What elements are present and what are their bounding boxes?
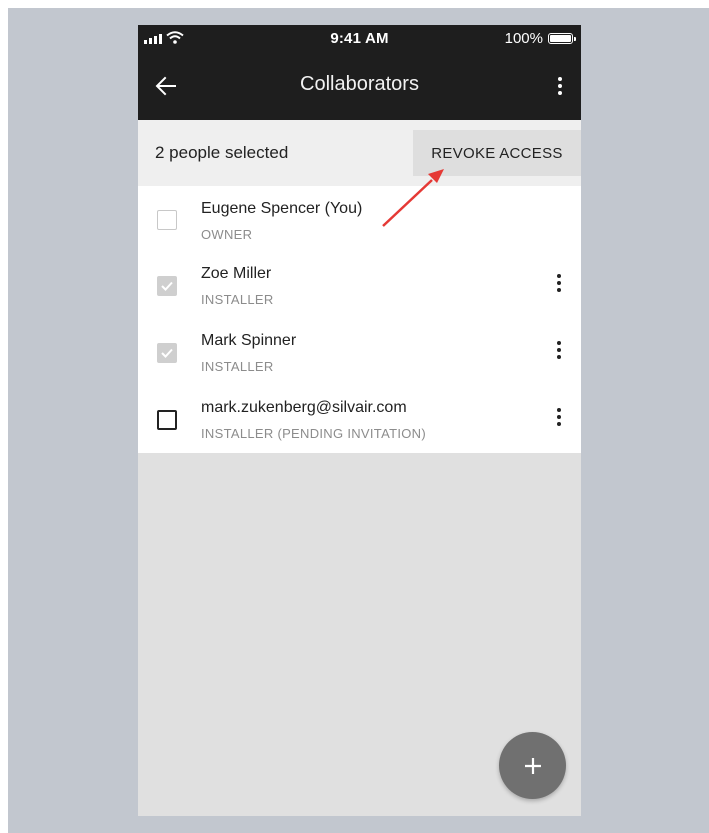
collaborator-role: INSTALLER	[201, 292, 274, 307]
add-collaborator-button[interactable]	[499, 732, 566, 799]
collaborator-name: mark.zukenberg@silvair.com	[201, 399, 407, 416]
battery-group: 100%	[504, 30, 576, 47]
overflow-menu-button[interactable]	[545, 66, 575, 106]
selection-count: 2 people selected	[155, 143, 289, 162]
collaborator-role: OWNER	[201, 227, 253, 242]
selection-bar: 2 people selected REVOKE ACCESS	[138, 120, 581, 186]
collaborator-role: INSTALLER	[201, 359, 274, 374]
collaborator-name: Zoe Miller	[201, 265, 272, 282]
row-menu-button[interactable]	[547, 405, 571, 429]
row-checkbox[interactable]	[157, 410, 177, 430]
battery-icon	[548, 33, 576, 44]
collaborator-name: Mark Spinner	[201, 332, 297, 349]
check-icon	[161, 281, 173, 291]
page-title: Collaborators	[300, 73, 419, 95]
status-bar: 9:41 AM 100%	[138, 25, 581, 52]
row-checkbox[interactable]	[157, 210, 177, 230]
collaborator-role: INSTALLER (PENDING INVITATION)	[201, 426, 426, 441]
row-checkbox[interactable]	[157, 276, 177, 296]
list-item: Eugene Spencer (You) OWNER	[138, 186, 581, 252]
row-menu-button[interactable]	[547, 338, 571, 362]
collaborator-name: Eugene Spencer (You)	[201, 200, 363, 217]
list-item: mark.zukenberg@silvair.com INSTALLER (PE…	[138, 386, 581, 452]
collaborator-list: Eugene Spencer (You) OWNER Zoe Miller IN…	[138, 186, 581, 453]
app-bar: Collaborators	[138, 52, 581, 120]
row-menu-button[interactable]	[547, 271, 571, 295]
list-item: Zoe Miller INSTALLER	[138, 252, 581, 318]
battery-percent: 100%	[504, 30, 543, 47]
row-checkbox[interactable]	[157, 343, 177, 363]
check-icon	[161, 348, 173, 358]
phone-screen: 9:41 AM 100% Collaborators 2 people sele…	[138, 25, 581, 816]
plus-icon	[524, 757, 541, 774]
list-item: Mark Spinner INSTALLER	[138, 319, 581, 385]
revoke-access-button[interactable]: REVOKE ACCESS	[413, 130, 581, 176]
